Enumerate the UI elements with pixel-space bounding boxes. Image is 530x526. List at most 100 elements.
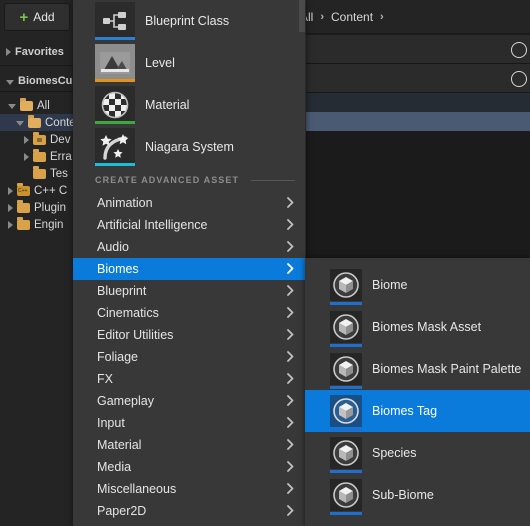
menu-item-gameplay[interactable]: Gameplay — [73, 390, 305, 412]
menu-item-editor-utilities[interactable]: Editor Utilities — [73, 324, 305, 346]
add-button-label: Add — [33, 10, 55, 24]
menu-item-media[interactable]: Media — [73, 456, 305, 478]
menu-item-foliage[interactable]: Foliage — [73, 346, 305, 368]
chevron-right-icon — [287, 197, 294, 208]
sidebar-section-label: BiomesCu — [18, 75, 73, 87]
chevron-right-icon — [287, 373, 294, 384]
menu-item-niagara-system[interactable]: Niagara System — [73, 126, 305, 168]
submenu-item-biomes-tag[interactable]: Biomes Tag — [305, 390, 530, 432]
chevron-right-icon: › — [380, 10, 384, 23]
submenu-item-biome[interactable]: Biome — [305, 264, 530, 306]
menu-item-animation[interactable]: Animation — [73, 192, 305, 214]
menu-item-blueprint[interactable]: Blueprint — [73, 280, 305, 302]
menu-item-label: Artificial Intelligence — [97, 218, 208, 232]
folder-icon — [33, 165, 46, 179]
accent-bar — [330, 512, 362, 515]
circle-icon — [511, 42, 527, 58]
menu-item-material-category[interactable]: Material — [73, 434, 305, 456]
accent-bar — [330, 428, 362, 431]
niagara-system-icon — [95, 128, 135, 166]
chevron-right-icon: › — [320, 10, 325, 23]
tree-item-all[interactable]: All — [0, 97, 75, 114]
divider — [0, 91, 73, 92]
unreal-editor-window: + Add All › Content › Favorites BiomesCu — [0, 0, 530, 526]
add-button[interactable]: + Add — [4, 3, 70, 31]
chevron-down-icon — [6, 79, 14, 85]
breadcrumb-item-content[interactable]: Content — [331, 10, 373, 24]
breadcrumb: All › Content › — [296, 0, 384, 33]
cube-asset-icon — [330, 479, 362, 515]
tree-item-label: Tes — [50, 167, 68, 180]
menu-item-label: Input — [97, 416, 125, 430]
submenu-item-label: Biomes Mask Paint Palette — [372, 362, 522, 376]
plus-icon: + — [19, 8, 29, 26]
menu-item-label: Niagara System — [145, 140, 234, 154]
menu-item-artificial-intelligence[interactable]: Artificial Intelligence — [73, 214, 305, 236]
cube-asset-icon — [330, 269, 362, 305]
menu-item-paper2d[interactable]: Paper2D — [73, 500, 305, 522]
folder-icon — [33, 148, 46, 162]
tree-item-plugins[interactable]: Plugin — [0, 199, 75, 216]
tree-item-label: Conte — [45, 116, 76, 129]
menu-item-miscellaneous[interactable]: Miscellaneous — [73, 478, 305, 500]
blueprint-class-icon — [95, 2, 135, 40]
submenu-item-sub-biome[interactable]: Sub-Biome — [305, 474, 530, 516]
tree-item-label: Dev — [50, 133, 71, 146]
chevron-right-icon — [287, 219, 294, 230]
chevron-right-icon — [287, 461, 294, 472]
chevron-right-icon — [287, 395, 294, 406]
submenu-item-label: Biome — [372, 278, 408, 292]
tree-item-label: C++ C — [34, 184, 68, 197]
content-row-selected[interactable] — [296, 112, 530, 131]
material-icon — [95, 86, 135, 124]
divider — [251, 179, 295, 181]
menu-section-create-advanced-asset: CREATE ADVANCED ASSET — [73, 170, 305, 190]
tree-item-engine[interactable]: Engin — [0, 216, 75, 233]
submenu-item-label: Biomes Mask Asset — [372, 320, 482, 334]
chevron-right-icon — [287, 329, 294, 340]
tree-item-label: Plugin — [34, 201, 66, 214]
folder-icon — [17, 216, 30, 230]
accent-bar — [95, 121, 135, 124]
menu-item-input[interactable]: Input — [73, 412, 305, 434]
chevron-right-icon — [6, 48, 11, 56]
submenu-item-biomes-mask-paint-palette[interactable]: Biomes Mask Paint Palette — [305, 348, 530, 390]
accent-bar — [95, 79, 135, 82]
add-asset-menu: Blueprint Class Level Material Niagara S… — [73, 0, 306, 526]
menu-item-label: Cinematics — [97, 306, 159, 320]
menu-item-blueprint-class[interactable]: Blueprint Class — [73, 0, 305, 42]
divider — [0, 65, 73, 66]
menu-item-audio[interactable]: Audio — [73, 236, 305, 258]
submenu-item-biomes-mask-asset[interactable]: Biomes Mask Asset — [305, 306, 530, 348]
sources-panel: Favorites BiomesCu All Conte Dev Erra Te… — [0, 33, 83, 526]
sidebar-section-label: Favorites — [15, 46, 64, 58]
submenu-item-species[interactable]: Species — [305, 432, 530, 474]
menu-item-label: Material — [145, 98, 190, 112]
menu-item-cinematics[interactable]: Cinematics — [73, 302, 305, 324]
chevron-right-icon — [24, 152, 29, 161]
chevron-right-icon — [287, 483, 294, 494]
chevron-down-icon — [16, 121, 24, 126]
menu-item-label: Biomes — [97, 262, 139, 276]
content-row[interactable] — [296, 35, 530, 64]
tree-item-cpp-classes[interactable]: C++ C — [0, 182, 75, 199]
chevron-right-icon — [287, 263, 294, 274]
content-row[interactable] — [296, 93, 530, 112]
submenu-item-label: Sub-Biome — [372, 488, 434, 502]
menu-item-label: Audio — [97, 240, 129, 254]
accent-bar — [95, 37, 135, 40]
content-row[interactable] — [296, 64, 530, 93]
sidebar-section-biomescu[interactable]: BiomesCu — [0, 70, 73, 92]
cube-asset-icon — [330, 353, 362, 389]
accent-bar — [330, 470, 362, 473]
menu-item-biomes[interactable]: Biomes — [73, 258, 305, 280]
menu-item-level[interactable]: Level — [73, 42, 305, 84]
menu-item-label: Foliage — [97, 350, 138, 364]
cube-asset-icon — [330, 437, 362, 473]
chevron-right-icon — [287, 351, 294, 362]
tree-item-content[interactable]: Conte — [0, 114, 83, 131]
menu-item-label: Editor Utilities — [97, 328, 174, 342]
sidebar-section-favorites[interactable]: Favorites — [0, 41, 73, 63]
menu-item-material[interactable]: Material — [73, 84, 305, 126]
menu-item-fx[interactable]: FX — [73, 368, 305, 390]
